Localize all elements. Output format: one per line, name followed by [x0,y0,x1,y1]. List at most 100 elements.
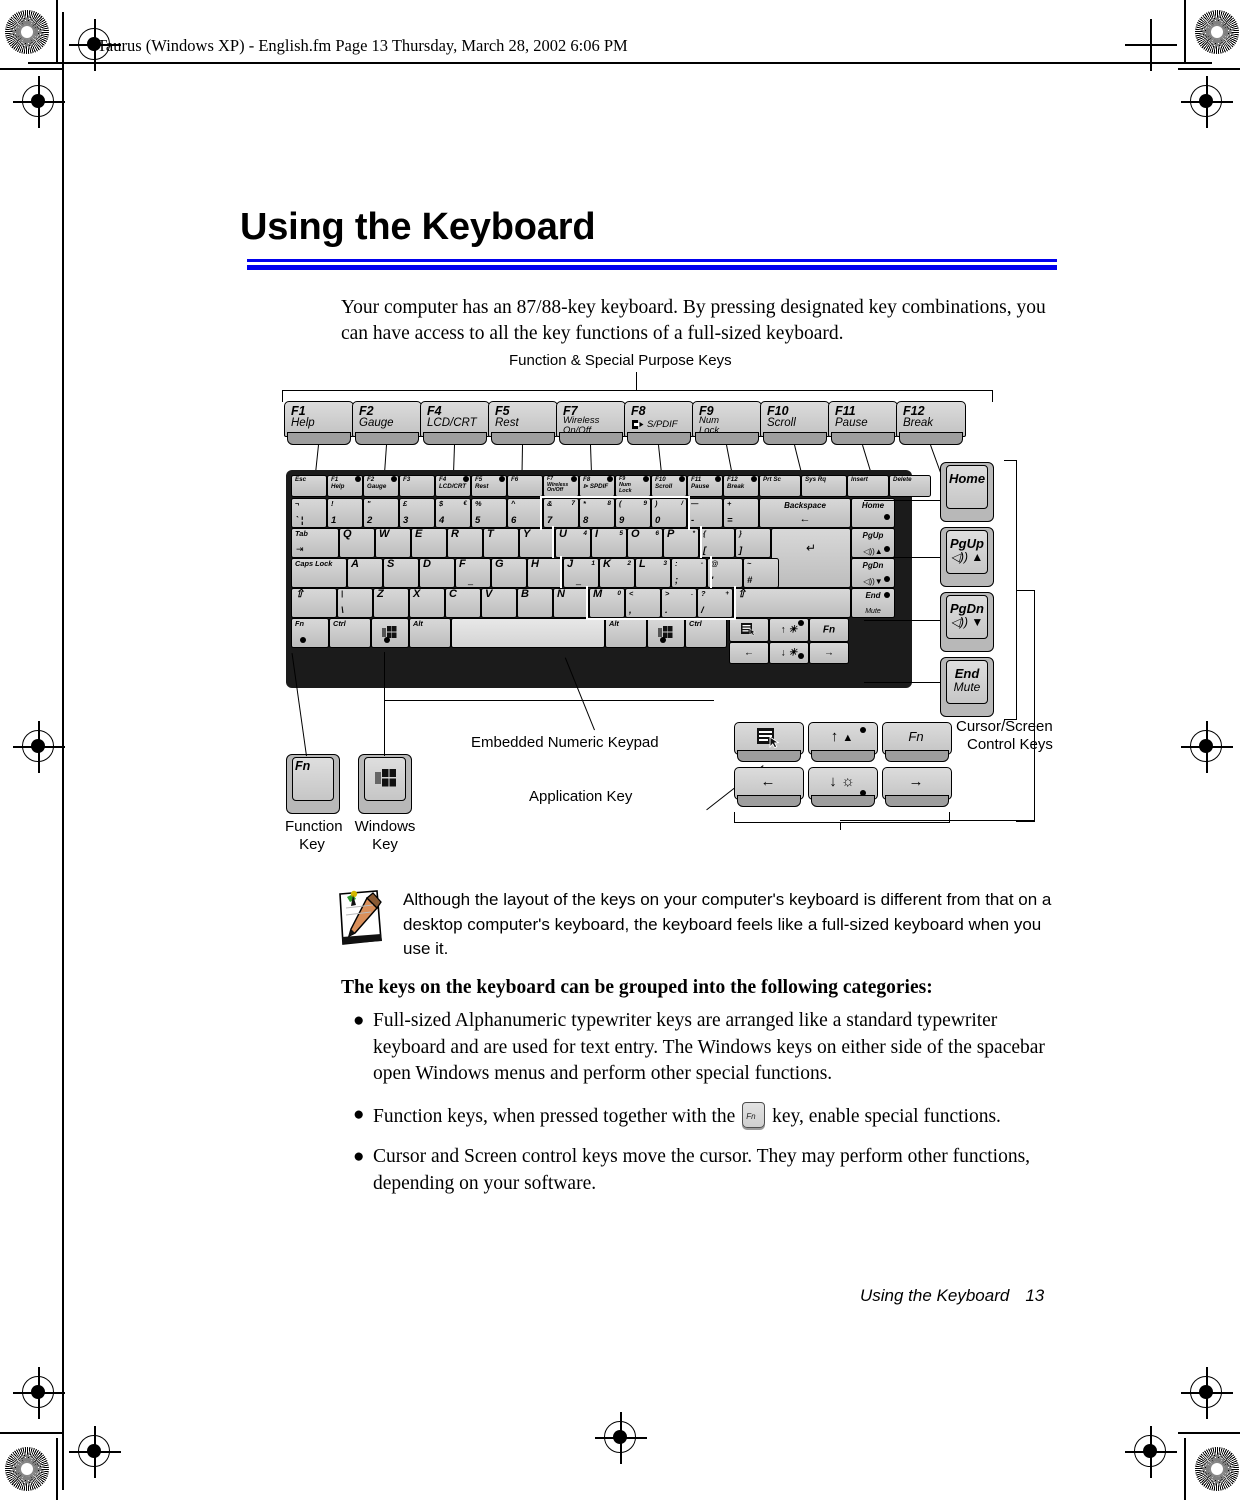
fkey-f1[interactable]: F1 Help [284,401,354,445]
key-fn-right[interactable]: Fn [809,618,849,642]
key-period[interactable]: >.. [661,588,697,618]
key-hash[interactable]: ~ # [743,558,779,588]
key-p[interactable]: P * [663,528,699,558]
cursor-key-left[interactable]: ← [734,767,804,807]
key-comma[interactable]: <, [625,588,661,618]
cursor-key-right[interactable]: → [882,767,952,807]
key-t[interactable]: T [483,528,519,558]
fkey-f10[interactable]: F10 Scroll [760,401,830,445]
key-application[interactable] [729,618,769,642]
key-bracket-right[interactable]: }] [735,528,771,558]
cursor-key-fn[interactable]: Fn [882,722,952,762]
note-box: Although the layout of the keys on your … [337,888,1072,962]
key-pgdn[interactable]: PgDn ◁))▼ [851,558,895,588]
key-c[interactable]: C [445,588,481,618]
key-backspace[interactable]: Backspace ← [759,498,851,528]
key-enter[interactable]: ↵ [771,528,851,588]
key-n[interactable]: N [553,588,589,618]
key-backtick[interactable]: ¬ ` ¦ [291,498,327,528]
key-semicolon[interactable]: : -; [671,558,707,588]
key-4[interactable]: $ €4 [435,498,471,528]
callout-key-windows[interactable] [358,754,412,814]
key-arrow-left[interactable]: ← [729,642,769,664]
key-u[interactable]: U4 [555,528,591,558]
callout-key-pgdn[interactable]: PgDn ◁)) ▼ [940,592,994,652]
key-pgup[interactable]: PgUp ◁))▲ [851,528,895,558]
callout-key-end-mute[interactable]: End Mute [940,657,994,717]
key-j[interactable]: J 1 _ [563,558,599,588]
key-equals[interactable]: + = [723,498,759,528]
key-windows-right[interactable] [647,618,685,648]
key-i[interactable]: I5 [591,528,627,558]
key-f[interactable]: F _ [455,558,491,588]
key-5[interactable]: % 5 [471,498,507,528]
key-sys-rq[interactable]: Sys Rq [801,475,847,497]
key-2[interactable]: " 2 [363,498,399,528]
key-h[interactable]: H [527,558,563,588]
key-delete[interactable]: Delete [889,475,931,497]
key-y[interactable]: Y [519,528,555,558]
key-esc[interactable]: Esc [291,475,327,497]
fkey-f12[interactable]: F12 Break [896,401,966,445]
key-b[interactable]: B [517,588,553,618]
led-dot-f4 [463,476,469,482]
fkey-f5[interactable]: F5 Rest [488,401,558,445]
cursor-key-down[interactable]: ↓ ☼ [808,767,878,807]
key-home[interactable]: Home [851,498,895,528]
callout-key-home[interactable]: Home [940,462,994,522]
key-7[interactable]: & 7 7 [543,498,579,528]
fkey-f9[interactable]: F9 Num Lock [692,401,762,445]
key-shift-right[interactable]: ⇧ [733,588,851,618]
key-8[interactable]: * 8 8 [579,498,615,528]
key-slash[interactable]: ? + / [697,588,733,618]
key-tab[interactable]: Tab ⇥ [291,528,339,558]
key-shift-left[interactable]: ⇧ [291,588,337,618]
key-ctrl-left[interactable]: Ctrl [329,618,371,648]
key-insert[interactable]: Insert [847,475,889,497]
key-0[interactable]: )/0 [651,498,687,528]
key-x[interactable]: X [409,588,445,618]
key-r[interactable]: R [447,528,483,558]
fkey-f4[interactable]: F4 LCD/CRT [420,401,490,445]
registration-mark-bl [69,1426,121,1478]
key-q[interactable]: Q [339,528,375,558]
callout-key-fn[interactable]: Fn [286,754,340,814]
fkey-f8[interactable]: F8 S/PDIF [624,401,694,445]
key-backslash[interactable]: | \ [337,588,373,618]
key-space[interactable] [451,618,605,648]
key-f6[interactable]: F6 [507,475,543,497]
key-d[interactable]: D [419,558,455,588]
key-s[interactable]: S [383,558,419,588]
key-l[interactable]: L3 [635,558,671,588]
key-alt-left[interactable]: Alt [409,618,451,648]
key-m[interactable]: M0 [589,588,625,618]
key-e[interactable]: E [411,528,447,558]
key-alt-right[interactable]: Alt [605,618,647,648]
key-9[interactable]: (9 9 [615,498,651,528]
key-caps-lock[interactable]: Caps Lock [291,558,347,588]
key-6[interactable]: ^ 6 [507,498,543,528]
key-1[interactable]: ! 1 [327,498,363,528]
key-o[interactable]: O6 [627,528,663,558]
fkey-f7[interactable]: F7 Wireless On/Off [556,401,626,445]
key-v[interactable]: V [481,588,517,618]
key-fn[interactable]: Fn [291,618,329,648]
fkey-f11[interactable]: F11 Pause [828,401,898,445]
key-ctrl-right[interactable]: Ctrl [685,618,727,648]
key-f3[interactable]: F3 [399,475,435,497]
cursor-key-application[interactable] [734,722,804,762]
key-z[interactable]: Z [373,588,409,618]
key-arrow-right[interactable]: → [809,642,849,664]
key-g[interactable]: G [491,558,527,588]
callout-key-pgup[interactable]: PgUp ◁)) ▲ [940,527,994,587]
key-apostrophe[interactable]: @ ' [707,558,743,588]
key-windows-left[interactable] [371,618,409,648]
key-k[interactable]: K2 [599,558,635,588]
key-a[interactable]: A [347,558,383,588]
key-bracket-left[interactable]: {[ [699,528,735,558]
key-w[interactable]: W [375,528,411,558]
key-prt-sc[interactable]: Prt Sc [759,475,801,497]
key-3[interactable]: £3 [399,498,435,528]
key-minus[interactable]: — - [687,498,723,528]
fkey-f2[interactable]: F2 Gauge [352,401,422,445]
